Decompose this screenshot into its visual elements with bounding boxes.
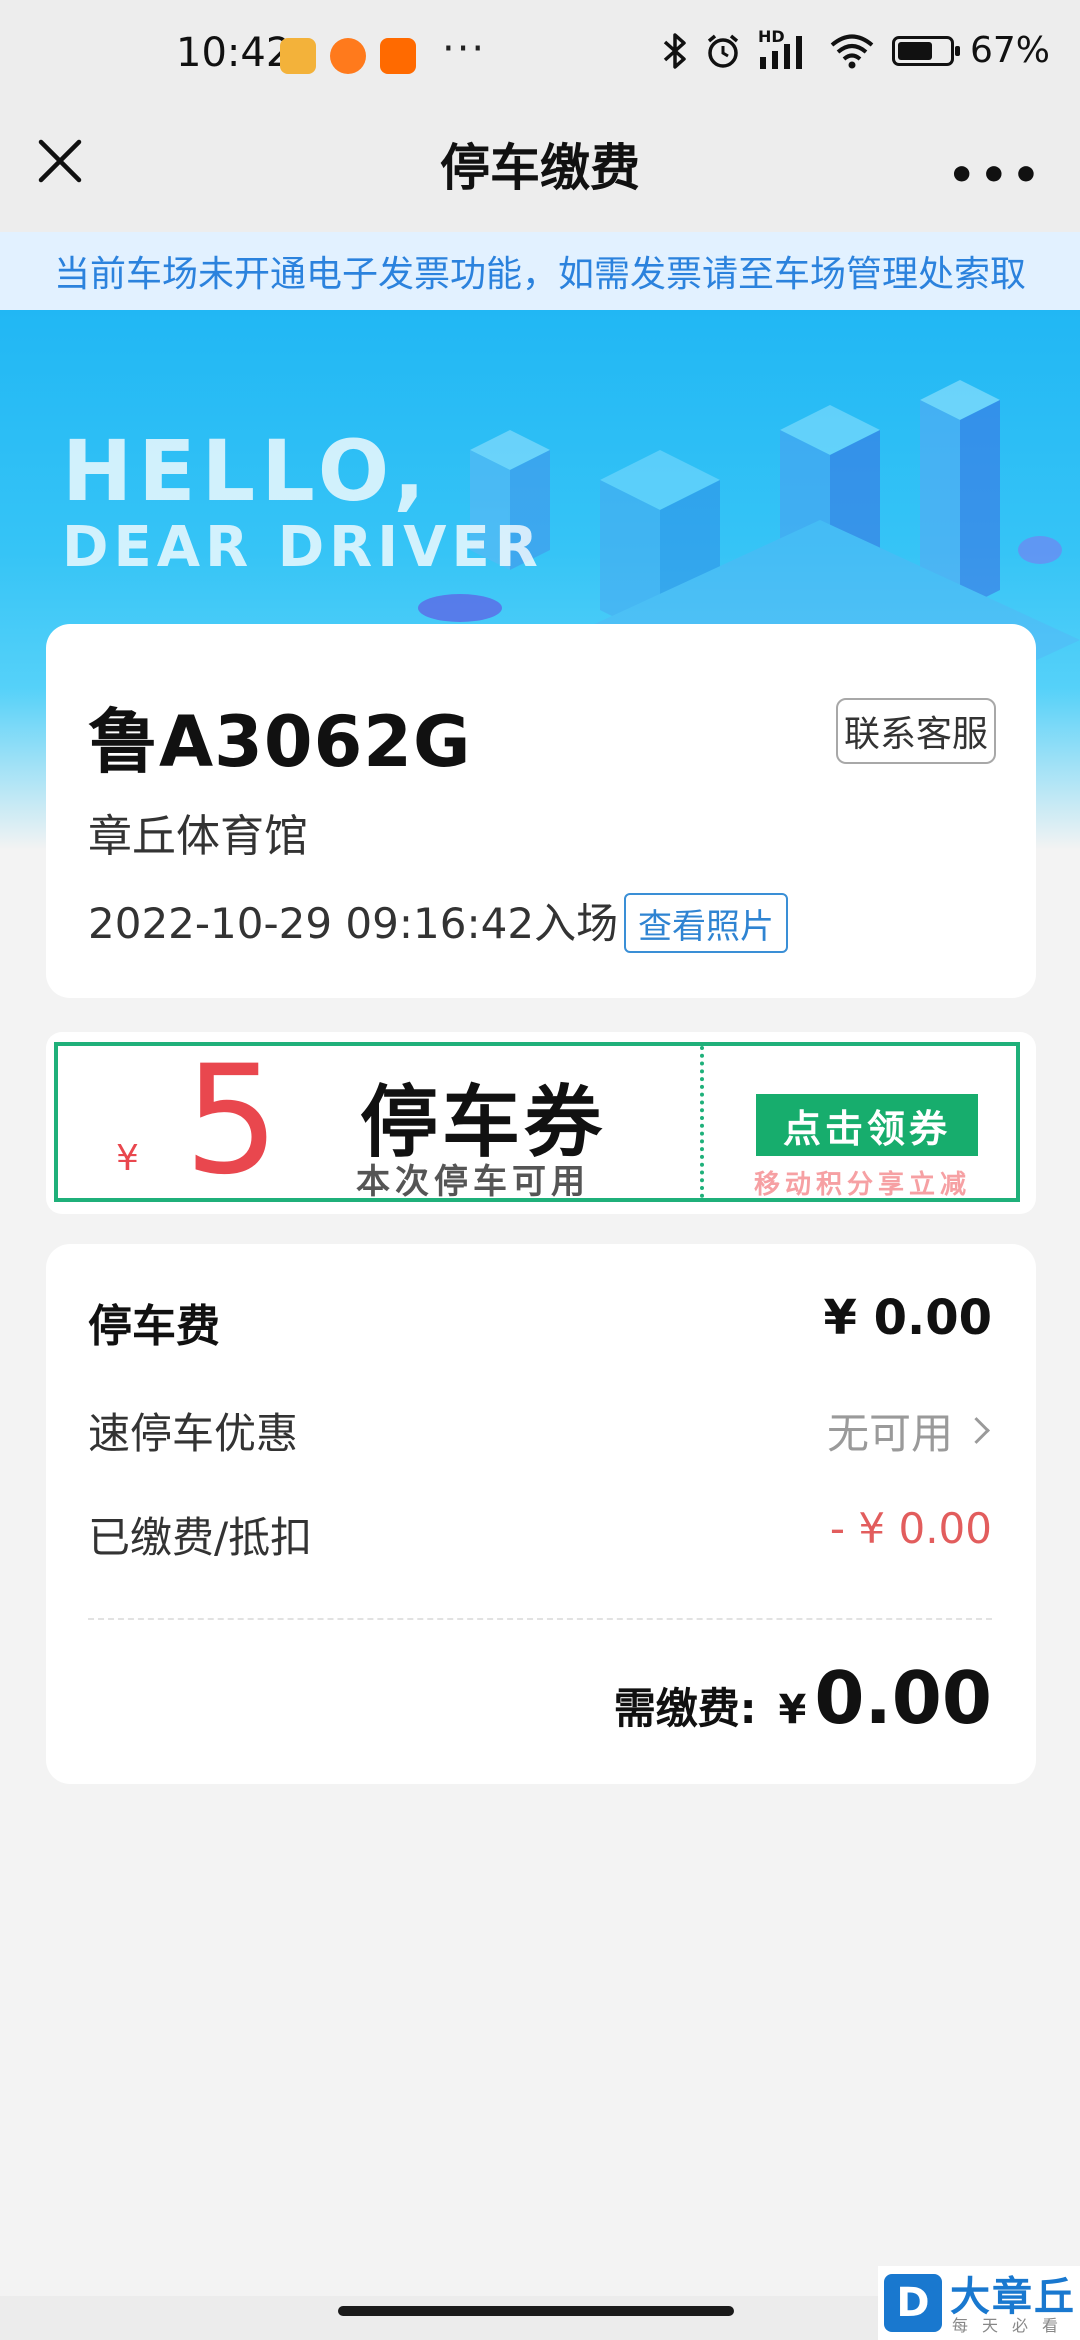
close-button[interactable] [34, 135, 86, 187]
battery-text: 67% [969, 30, 1050, 71]
divider [88, 1618, 992, 1620]
parking-fee-label: 停车费 [88, 1301, 220, 1352]
discount-selector[interactable]: 无可用 [827, 1400, 992, 1461]
invoice-notice: 当前车场未开通电子发票功能，如需发票请至车场管理处索取 [0, 232, 1080, 310]
banner-dear-driver: DEAR DRIVER [62, 515, 543, 580]
page-title: 停车缴费 [440, 139, 640, 197]
coupon-divider [700, 1046, 704, 1198]
parking-fee-value: ¥ 0.00 [823, 1290, 992, 1346]
coupon-currency: ¥ [116, 1138, 139, 1179]
claim-coupon-note: 移动积分享立减 [754, 1170, 972, 1200]
battery-icon [891, 35, 960, 66]
amount-due-currency: ¥ [778, 1687, 807, 1733]
alarm-icon [707, 34, 739, 68]
claim-coupon-button[interactable]: 点击领券 [756, 1094, 978, 1156]
signal-icon: HD [758, 27, 812, 71]
status-time: 10:42 [176, 30, 292, 76]
home-indicator[interactable] [338, 2306, 734, 2316]
coupon-amount: 5 [184, 1034, 280, 1208]
paid-value: - ¥ 0.00 [829, 1504, 992, 1553]
chevron-right-icon [963, 1417, 990, 1444]
banner-hello: HELLO, [62, 422, 432, 520]
amount-due-value: 0.00 [814, 1656, 992, 1740]
mi-icon [380, 38, 416, 74]
watermark-logo: D [884, 2274, 942, 2332]
coupon-subtitle: 本次停车可用 [356, 1162, 590, 1202]
status-indicators: HD 67% [662, 27, 1050, 71]
paid-label: 已缴费/抵扣 [88, 1513, 313, 1562]
bluetooth-icon [663, 32, 686, 69]
status-more-icon: ··· [442, 26, 487, 72]
wifi-icon [830, 34, 874, 68]
entry-time: 2022-10-29 09:16:42入场 [88, 899, 619, 948]
license-plate: 鲁A3062G [88, 701, 472, 783]
more-button[interactable]: ••• [948, 150, 1044, 201]
close-icon [38, 139, 82, 183]
amount-due: 需缴费: ¥ 0.00 [614, 1656, 992, 1740]
taobao-icon [330, 38, 366, 74]
watermark-tagline: 每天必看 [952, 2316, 1073, 2335]
view-photo-button[interactable]: 查看照片 [624, 893, 788, 953]
battery-level [897, 41, 932, 60]
contact-service-button[interactable]: 联系客服 [836, 698, 996, 764]
weibo-icon [280, 38, 316, 74]
parking-location: 章丘体育馆 [88, 811, 308, 862]
discount-label: 速停车优惠 [88, 1409, 299, 1458]
discount-value: 无可用 [826, 1409, 953, 1458]
amount-due-label: 需缴费: [613, 1684, 757, 1733]
